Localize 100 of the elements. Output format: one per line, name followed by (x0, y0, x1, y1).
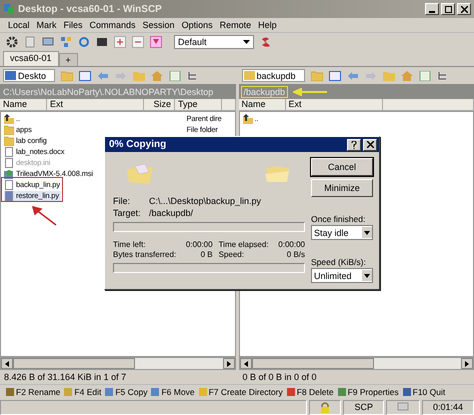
left-arrow-icon[interactable] (5, 360, 9, 366)
close-button[interactable] (457, 3, 471, 15)
column-header[interactable]: Size (144, 99, 175, 110)
speed-limit-dropdown[interactable]: Unlimited (311, 268, 373, 283)
computer-icon[interactable] (42, 36, 54, 48)
monitor-icon (396, 402, 409, 412)
path-text: /backupdb (242, 86, 288, 96)
square-icon (105, 388, 114, 396)
preset-dropdown[interactable]: Default (174, 35, 254, 49)
function-key-button[interactable]: F10 Quit (402, 387, 446, 397)
left-arrow-icon[interactable] (244, 360, 248, 366)
once-finished-dropdown[interactable]: Stay idle (311, 225, 373, 240)
panel-status: 8.426 B of 31.164 KiB in 1 of 7 (4, 372, 126, 382)
pointer-arrow (31, 206, 57, 226)
maximize-button[interactable] (441, 3, 455, 15)
panel-status: 0 B of 0 B in 0 of 0 (242, 372, 317, 382)
function-key-button[interactable]: F2 Rename (6, 387, 60, 397)
bytes-value: 0 B (200, 250, 213, 259)
speed-value: 0 B/s (286, 250, 305, 259)
field-label: Target: (113, 208, 142, 218)
field-label: Once finished: (311, 214, 366, 224)
right-arrow-icon[interactable] (465, 360, 469, 366)
menu-item[interactable]: Options (182, 20, 213, 30)
menu-item[interactable]: Local (8, 20, 30, 30)
location-dropdown[interactable]: Deskto (3, 69, 56, 82)
target-path: /backupdb/ (149, 208, 194, 218)
field-label: File: (113, 196, 132, 206)
close-button[interactable] (363, 138, 377, 150)
column-header[interactable]: Name (0, 99, 47, 110)
dialog-button[interactable]: Cancel (311, 158, 373, 176)
menu-item[interactable]: Session (142, 20, 175, 30)
menu-item[interactable]: Remote (220, 20, 252, 30)
minus-icon[interactable] (132, 36, 144, 48)
function-key-button[interactable]: F6 Move (151, 387, 195, 397)
network-icon[interactable] (60, 36, 72, 48)
caret-icon (364, 230, 370, 234)
column-header[interactable]: Name (238, 99, 286, 110)
plus-icon[interactable] (114, 36, 126, 48)
logo-icon[interactable] (260, 36, 272, 48)
function-key-button[interactable]: F9 Properties (338, 387, 399, 397)
source-path: C:\...\Desktop\backup_lin.py (149, 196, 262, 206)
gear-icon[interactable] (6, 36, 18, 48)
help-icon (351, 140, 357, 148)
back-arrow-icon[interactable] (97, 70, 110, 80)
maximize-icon (444, 6, 452, 12)
menu-item[interactable]: Commands (90, 20, 136, 30)
window-title: Desktop - vcsa60-01 - WinSCP (18, 4, 162, 14)
square-icon (6, 388, 14, 396)
highlight-frame (1, 177, 63, 202)
document-icon[interactable] (24, 36, 36, 48)
field-label: Time elapsed: (218, 240, 269, 249)
function-key-button[interactable]: F5 Copy (105, 387, 148, 397)
field-label: Speed (KiB/s): (311, 257, 367, 267)
session-timer: 0:01:44 (422, 400, 474, 414)
time-elapsed-value: 0:00:00 (277, 240, 305, 249)
column-header[interactable]: Type (175, 99, 222, 110)
caret-icon (364, 274, 370, 278)
field-label: Time left: (113, 240, 147, 249)
session-tab[interactable]: vcsa60-01 (3, 51, 59, 66)
close-icon (460, 6, 468, 12)
menu-item[interactable]: Mark (36, 20, 57, 30)
path-text: C:\Users\NoLabNoParty\.NOLABNOPARTY\Desktop (3, 86, 214, 96)
right-arrow-icon[interactable] (226, 360, 230, 366)
filter-icon[interactable] (150, 36, 162, 48)
field-label: Speed: (218, 250, 245, 259)
square-icon (64, 388, 72, 396)
square-icon (338, 388, 346, 396)
close-icon (366, 141, 374, 148)
caret-icon (243, 40, 250, 44)
window-icon[interactable] (328, 70, 341, 80)
time-left-value: 0:00:00 (184, 240, 213, 249)
horizontal-scrollbar[interactable] (0, 357, 236, 370)
parent-folder-icon (242, 114, 252, 124)
function-key-button[interactable]: F8 Delete (286, 387, 334, 397)
session-tab[interactable]: + (58, 53, 78, 66)
lock-icon (320, 402, 330, 412)
app-icon (3, 3, 15, 15)
tree-icon[interactable] (436, 70, 449, 80)
help-button[interactable] (347, 138, 361, 150)
square-icon (286, 388, 295, 396)
column-header[interactable]: Ext (47, 99, 144, 110)
column-header[interactable]: Ext (286, 99, 382, 110)
location-dropdown[interactable]: backupdb (242, 69, 305, 82)
square-icon (402, 388, 411, 396)
back-arrow-icon[interactable] (346, 70, 359, 80)
window-icon[interactable] (79, 70, 92, 80)
field-label: Bytes transferred: (113, 250, 176, 259)
parent-folder-icon (4, 114, 14, 124)
square-icon (198, 388, 207, 396)
function-key-button[interactable]: F7 Create Directory (198, 387, 283, 397)
menu-item[interactable]: Files (64, 20, 83, 30)
horizontal-scrollbar[interactable] (238, 357, 474, 370)
dialog-title: 0% Copying (109, 139, 166, 150)
dialog-button[interactable]: Minimize (311, 179, 373, 197)
pointer-arrow (293, 88, 328, 96)
square-icon (151, 388, 160, 396)
protocol-label: SCP (343, 400, 384, 414)
minimize-button[interactable] (425, 3, 439, 15)
function-key-button[interactable]: F4 Edit (64, 387, 102, 397)
menu-item[interactable]: Help (258, 20, 277, 30)
